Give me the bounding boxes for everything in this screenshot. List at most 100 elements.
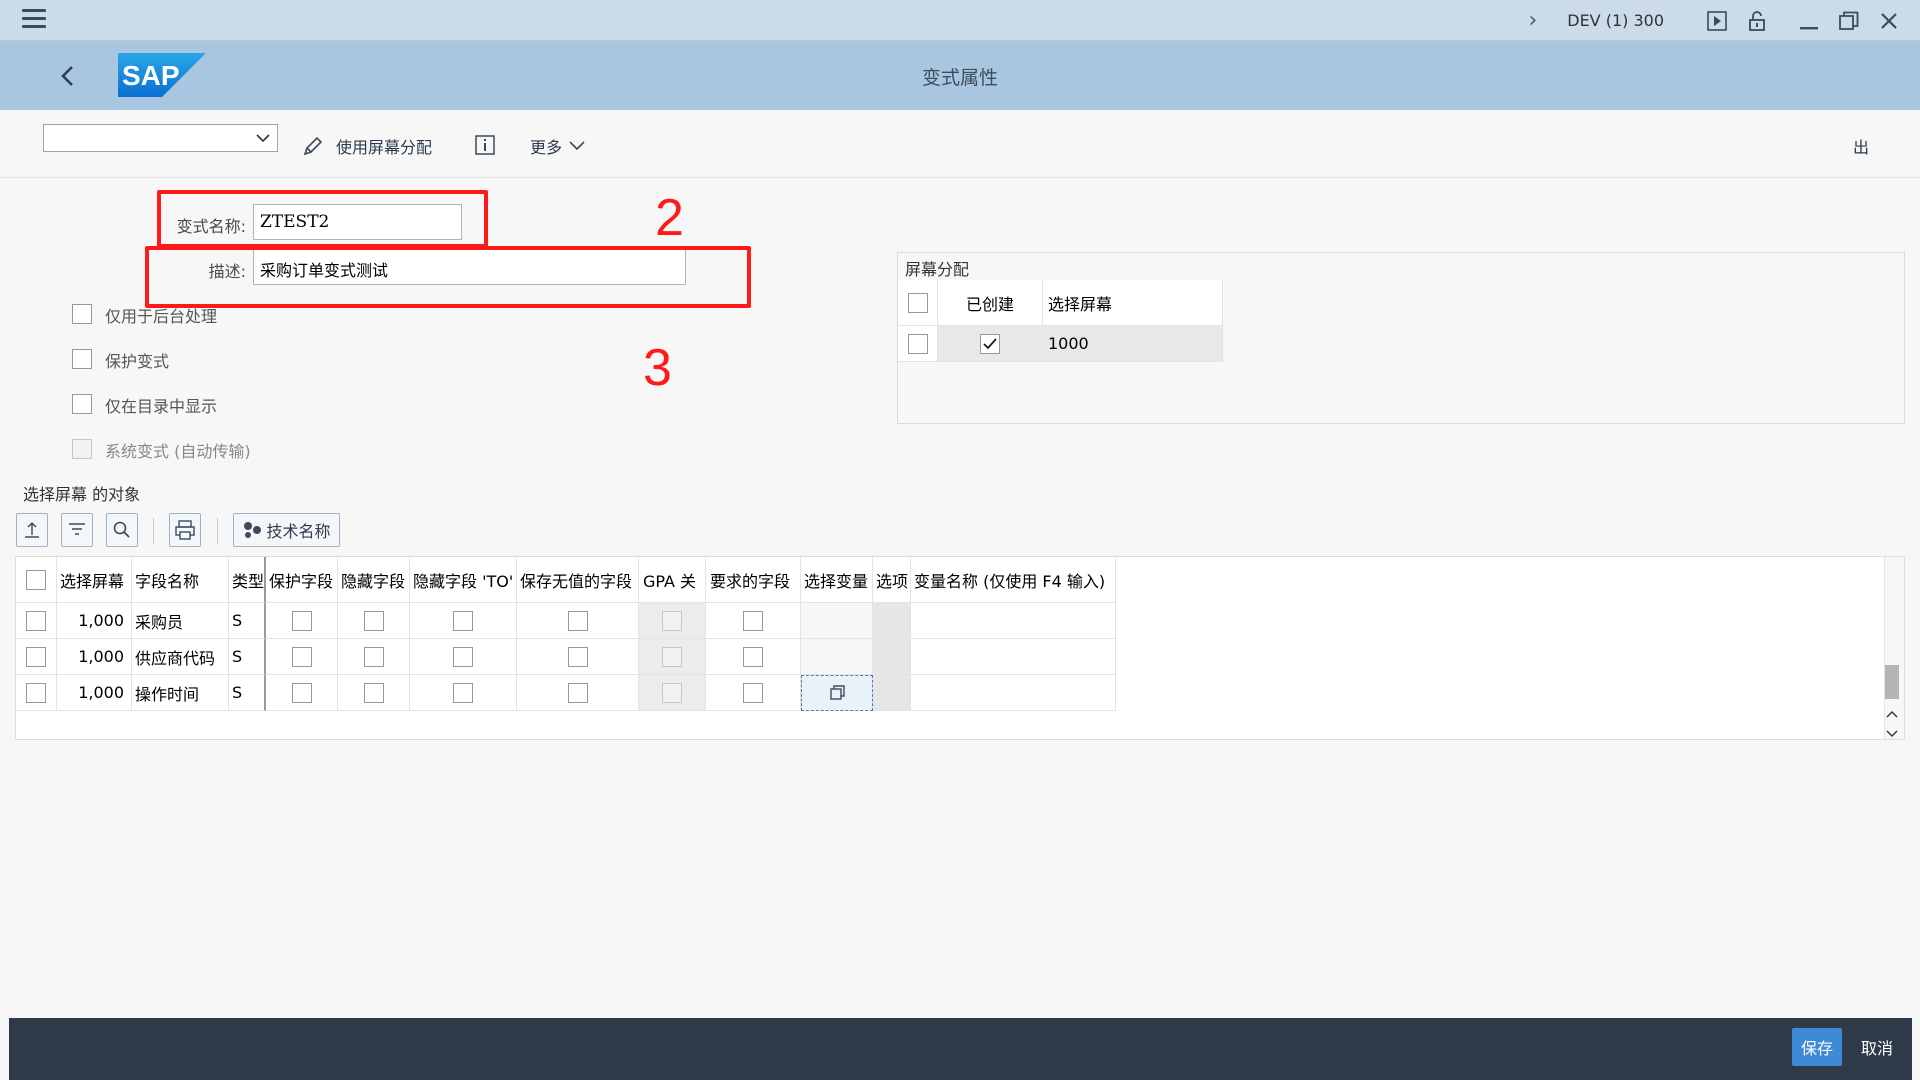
column-header[interactable]: 要求的字段 xyxy=(706,557,801,603)
scroll-up-icon[interactable] xyxy=(1886,704,1898,723)
chevron-right-icon[interactable]: › xyxy=(1528,8,1537,33)
unlock-icon[interactable] xyxy=(1746,10,1768,32)
toolbar-separator xyxy=(217,518,218,544)
exit-label: 出 xyxy=(1853,138,1870,157)
column-header[interactable]: 字段名称 xyxy=(132,557,229,603)
menu-icon[interactable] xyxy=(22,9,46,31)
hide-to-checkbox[interactable] xyxy=(453,682,473,703)
screen-cell: 1,000 xyxy=(57,639,132,675)
save-button[interactable]: 保存 xyxy=(1792,1028,1842,1066)
more-button[interactable]: 更多 xyxy=(530,134,586,158)
sort-ascending-button[interactable] xyxy=(16,513,48,547)
screen-number-cell: 1000 xyxy=(1043,326,1223,362)
column-header[interactable]: 类型 xyxy=(229,557,266,603)
protect-field-cell xyxy=(266,639,338,675)
save-empty-cell xyxy=(517,639,639,675)
selection-variable-cell[interactable] xyxy=(801,675,873,711)
annotation-box-3 xyxy=(145,246,751,308)
chevron-down-icon xyxy=(256,134,270,143)
column-header[interactable]: 隐藏字段 xyxy=(338,557,410,603)
variable-name-cell[interactable] xyxy=(911,675,1116,711)
option-cell xyxy=(873,639,911,675)
field-name-cell: 操作时间 xyxy=(132,675,229,711)
row-select-checkbox[interactable] xyxy=(26,610,46,631)
column-header[interactable]: 选项 xyxy=(873,557,911,603)
column-header[interactable]: GPA 关 xyxy=(639,557,706,603)
variable-name-cell[interactable] xyxy=(911,639,1116,675)
minimize-icon[interactable] xyxy=(1798,10,1820,32)
row-select-checkbox[interactable] xyxy=(26,646,46,667)
hide-field-checkbox[interactable] xyxy=(363,682,384,703)
protect-field-checkbox[interactable] xyxy=(291,682,312,703)
info-icon xyxy=(475,135,495,155)
page-title: 变式属性 xyxy=(921,67,998,89)
hide-to-cell xyxy=(410,675,517,711)
required-field-checkbox[interactable] xyxy=(743,682,763,703)
annotation-number-3: 3 xyxy=(643,339,672,397)
shell-header: SAP 变式属性 xyxy=(0,41,1920,110)
hide-field-cell xyxy=(338,639,410,675)
row-select-cell xyxy=(16,639,57,675)
row-select-checkbox[interactable] xyxy=(907,333,928,354)
column-header[interactable]: 已创建 xyxy=(938,280,1043,326)
protect-field-cell xyxy=(266,675,338,711)
protect-field-checkbox[interactable] xyxy=(291,646,312,667)
cancel-button[interactable]: 取消 xyxy=(1852,1028,1902,1066)
tech-name-button[interactable]: 技术名称 xyxy=(233,513,340,547)
protect-field-checkbox[interactable] xyxy=(291,610,312,631)
system-bar: › DEV (1) 300 xyxy=(0,0,1920,41)
select-all-checkbox[interactable] xyxy=(26,569,46,590)
save-empty-cell xyxy=(517,603,639,639)
selection-variable-cell[interactable] xyxy=(801,603,873,639)
annotation-box-2 xyxy=(157,190,488,248)
people-icon xyxy=(244,522,262,538)
hide-to-checkbox[interactable] xyxy=(453,646,473,667)
select-all-checkbox[interactable] xyxy=(907,292,928,313)
catalog-only-checkbox[interactable] xyxy=(72,394,92,414)
scroll-down-icon[interactable] xyxy=(1886,724,1898,743)
exit-button[interactable]: 出 xyxy=(1853,134,1869,158)
print-button[interactable] xyxy=(169,513,201,547)
hide-field-cell xyxy=(338,675,410,711)
gpa-cell xyxy=(639,603,706,639)
column-header[interactable]: 保护字段 xyxy=(266,557,338,603)
use-screen-assign-button[interactable]: 使用屏幕分配 xyxy=(302,134,432,158)
restore-icon[interactable] xyxy=(1838,10,1860,32)
row-select-checkbox[interactable] xyxy=(26,682,46,703)
variant-dropdown[interactable] xyxy=(43,124,278,152)
created-cell xyxy=(938,326,1043,362)
required-field-checkbox[interactable] xyxy=(743,610,763,631)
gpa-checkbox xyxy=(662,610,682,631)
save-empty-cell xyxy=(517,675,639,711)
save-empty-checkbox[interactable] xyxy=(567,610,588,631)
variable-name-cell[interactable] xyxy=(911,603,1116,639)
scrollbar-thumb[interactable] xyxy=(1885,665,1899,699)
gpa-checkbox xyxy=(662,646,682,667)
background-only-checkbox[interactable] xyxy=(72,304,92,324)
play-icon[interactable] xyxy=(1706,10,1728,32)
column-header[interactable]: 保存无值的字段 xyxy=(517,557,639,603)
selection-variable-cell[interactable] xyxy=(801,639,873,675)
type-cell: S xyxy=(229,675,266,711)
printer-icon xyxy=(175,520,195,540)
toolbar: 使用屏幕分配 更多 出 xyxy=(0,110,1920,178)
required-field-checkbox[interactable] xyxy=(743,646,763,667)
hide-field-checkbox[interactable] xyxy=(363,610,384,631)
hide-field-checkbox[interactable] xyxy=(363,646,384,667)
filter-button[interactable] xyxy=(61,513,93,547)
info-button[interactable] xyxy=(474,134,508,156)
column-header[interactable]: 选择屏幕 xyxy=(1043,280,1223,326)
screen-cell: 1,000 xyxy=(57,603,132,639)
column-header[interactable]: 变量名称 (仅使用 F4 输入) xyxy=(911,557,1116,603)
protect-variant-checkbox[interactable] xyxy=(72,349,92,369)
hide-to-checkbox[interactable] xyxy=(453,610,473,631)
column-header[interactable]: 隐藏字段 'TO' xyxy=(410,557,517,603)
column-header[interactable]: 选择屏幕 xyxy=(57,557,132,603)
search-button[interactable] xyxy=(106,513,138,547)
created-checkbox xyxy=(980,333,1000,354)
column-header[interactable]: 选择变量 xyxy=(801,557,873,603)
save-empty-checkbox[interactable] xyxy=(567,646,588,667)
close-icon[interactable] xyxy=(1878,10,1900,32)
chevron-down-icon xyxy=(569,141,585,151)
save-empty-checkbox[interactable] xyxy=(567,682,588,703)
